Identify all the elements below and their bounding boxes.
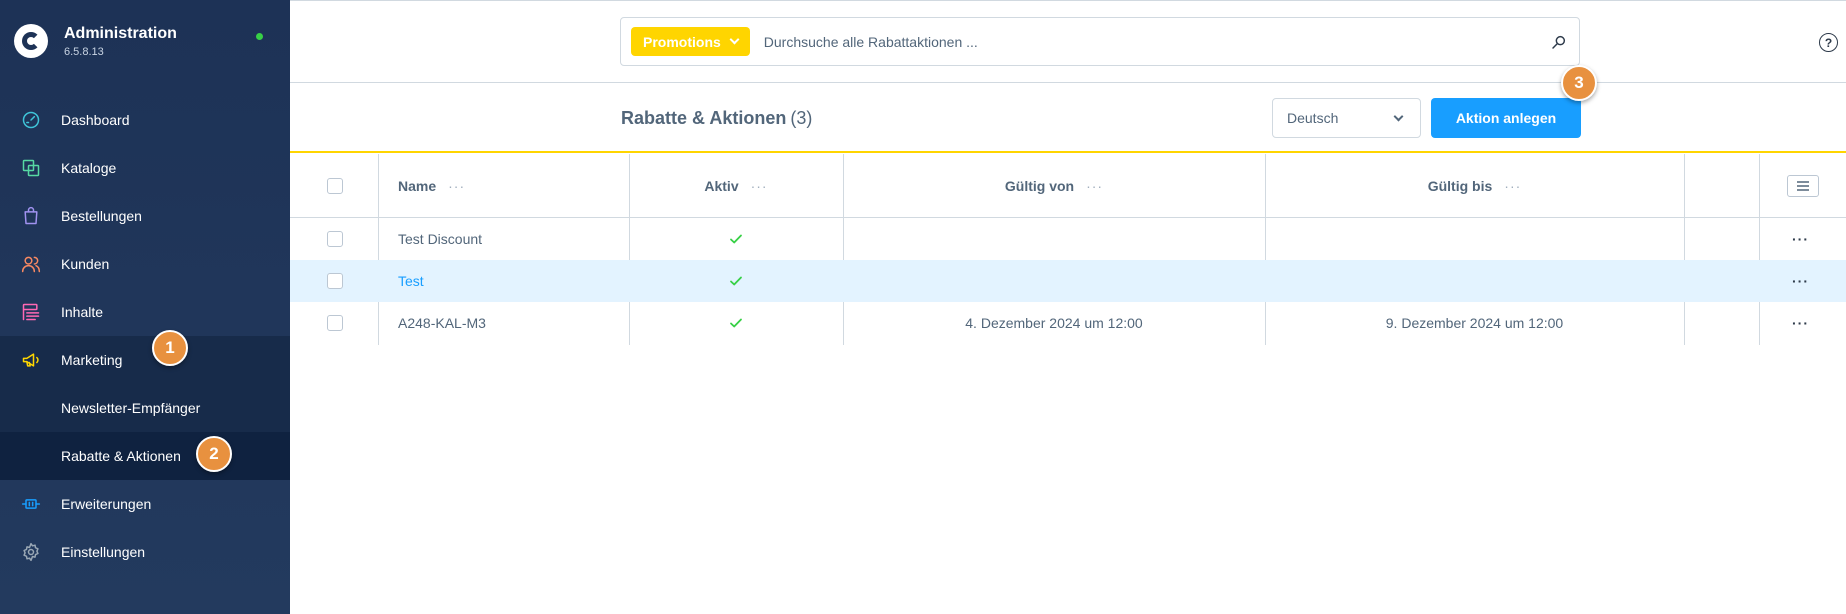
megaphone-icon (20, 349, 42, 371)
main-content: Promotions ? Rabatte & Aktionen(3) Deuts… (290, 0, 1846, 614)
column-menu-icon[interactable]: ··· (1504, 178, 1521, 194)
content-icon (20, 301, 42, 323)
sidebar-item-erweiterungen[interactable]: Erweiterungen (0, 480, 290, 528)
brand[interactable]: Administration 6.5.8.13 (14, 24, 177, 58)
brand-title: Administration (64, 24, 177, 42)
step-badge-2: 2 (196, 436, 232, 472)
row-actions-icon[interactable]: ··· (1792, 302, 1809, 344)
column-header-label: Name (398, 177, 437, 194)
online-status-dot (256, 33, 263, 40)
active-check-icon (629, 260, 843, 302)
table-header-row: Name ··· Aktiv ··· Gültig von ··· Gültig… (290, 154, 1846, 218)
language-select[interactable]: Deutsch (1272, 98, 1421, 138)
sidebar-item-label: Marketing (61, 352, 123, 368)
sidebar-item-bestellungen[interactable]: Bestellungen (0, 192, 290, 240)
sidebar-item-label: Erweiterungen (61, 496, 152, 512)
column-settings-cell (1787, 154, 1819, 217)
row-valid-from (843, 260, 1265, 302)
help-icon[interactable]: ? (1819, 33, 1838, 52)
step-badge-1: 1 (152, 330, 188, 366)
row-name[interactable]: Test Discount (398, 218, 482, 260)
sidebar-item-kunden[interactable]: Kunden (0, 240, 290, 288)
row-name[interactable]: A248-KAL-M3 (398, 302, 486, 344)
page-title-count: (3) (790, 108, 813, 128)
search-type-dropdown[interactable]: Promotions (631, 27, 750, 56)
table-row[interactable]: A248-KAL-M3 4. Dezember 2024 um 12:00 9.… (290, 302, 1846, 344)
row-actions-icon[interactable]: ··· (1792, 218, 1809, 260)
brand-version: 6.5.8.13 (64, 45, 104, 58)
search-type-label: Promotions (643, 33, 721, 50)
sidebar-item-label: Einstellungen (61, 544, 146, 560)
sidebar: Administration 6.5.8.13 Dashboard Katalo… (0, 0, 290, 614)
row-valid-from: 4. Dezember 2024 um 12:00 (965, 315, 1143, 331)
column-header-label: Aktiv (704, 177, 739, 194)
select-all-cell (327, 154, 343, 217)
row-name[interactable]: Test (398, 260, 424, 302)
gear-icon (20, 541, 42, 563)
page-title: Rabatte & Aktionen (3) (621, 108, 812, 129)
column-header-aktiv[interactable]: Aktiv ··· (629, 154, 843, 217)
search-input[interactable] (763, 33, 1539, 50)
page-header: Rabatte & Aktionen (3) Deutsch Aktion anl… (290, 65, 1846, 153)
column-header-label: Gültig von (1004, 177, 1075, 194)
top-bar: Promotions ? (290, 1, 1846, 83)
create-promotion-button[interactable]: Aktion anlegen (1431, 98, 1581, 138)
row-checkbox[interactable] (327, 273, 343, 289)
column-header-gueltig-bis[interactable]: Gültig bis ··· (1265, 154, 1684, 217)
row-valid-until (1265, 260, 1684, 302)
column-header-gueltig-von[interactable]: Gültig von ··· (843, 154, 1265, 217)
sidebar-item-label: Inhalte (61, 304, 104, 320)
sidebar-item-marketing[interactable]: Marketing (0, 336, 290, 384)
chevron-down-icon (729, 34, 740, 45)
active-check-icon (629, 302, 843, 344)
sidebar-item-einstellungen[interactable]: Einstellungen (0, 528, 290, 576)
sidebar-item-label: Bestellungen (61, 208, 142, 224)
main-nav: Dashboard Kataloge Bestellungen Kunden I… (0, 96, 290, 576)
column-menu-icon[interactable]: ··· (448, 178, 465, 194)
promotions-table: Name ··· Aktiv ··· Gültig von ··· Gültig… (290, 154, 1846, 344)
language-select-value: Deutsch (1287, 110, 1339, 126)
search-icon[interactable] (1539, 22, 1579, 62)
sidebar-item-label: Dashboard (61, 112, 130, 128)
column-header-name[interactable]: Name ··· (398, 154, 465, 217)
users-icon (20, 253, 42, 275)
row-actions-icon[interactable]: ··· (1792, 260, 1809, 302)
chevron-down-icon (1393, 111, 1404, 122)
column-menu-icon[interactable]: ··· (751, 178, 768, 194)
table-row[interactable]: Test ··· (290, 260, 1846, 302)
sidebar-item-inhalte[interactable]: Inhalte (0, 288, 290, 336)
sidebar-item-kataloge[interactable]: Kataloge (0, 144, 290, 192)
row-checkbox[interactable] (327, 231, 343, 247)
search-bar: Promotions (620, 17, 1580, 66)
page-title-text: Rabatte & Aktionen (621, 108, 787, 128)
sidebar-item-label: Kunden (61, 256, 110, 272)
sidebar-item-label: Kataloge (61, 160, 117, 176)
sidebar-item-label: Rabatte & Aktionen (61, 448, 181, 464)
column-settings-button[interactable] (1787, 174, 1819, 197)
row-checkbox[interactable] (327, 315, 343, 331)
row-valid-until: 9. Dezember 2024 um 12:00 (1385, 315, 1564, 331)
select-all-checkbox[interactable] (327, 177, 343, 194)
list-icon (1797, 180, 1809, 191)
sidebar-item-label: Newsletter-Empfänger (61, 400, 201, 416)
sidebar-subitem-rabatte-aktionen[interactable]: Rabatte & Aktionen (0, 432, 290, 480)
plug-icon (20, 493, 42, 515)
column-header-label: Gültig bis (1427, 177, 1493, 194)
sidebar-subitem-newsletter[interactable]: Newsletter-Empfänger (0, 384, 290, 432)
sidebar-item-dashboard[interactable]: Dashboard (0, 96, 290, 144)
step-badge-3: 3 (1561, 65, 1597, 101)
row-valid-until (1265, 218, 1684, 260)
gauge-icon (20, 109, 42, 131)
shopping-bag-icon (20, 205, 42, 227)
table-row[interactable]: Test Discount ··· (290, 218, 1846, 260)
row-valid-from (843, 218, 1265, 260)
column-menu-icon[interactable]: ··· (1086, 178, 1103, 194)
shopware-logo-icon (14, 24, 48, 58)
catalog-icon (20, 157, 42, 179)
active-check-icon (629, 218, 843, 260)
